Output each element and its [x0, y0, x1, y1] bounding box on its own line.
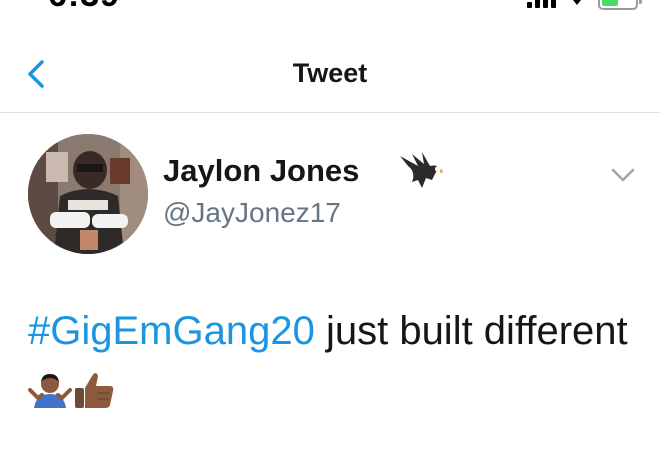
author-handle[interactable]: @JayJonez17 [163, 197, 341, 229]
tweet-body: just built different [314, 309, 628, 353]
eagle-icon [400, 152, 444, 188]
battery-icon [598, 0, 642, 10]
avatar[interactable] [28, 134, 148, 254]
status-time: 6:39 [48, 0, 120, 14]
hashtag-link[interactable]: #GigEmGang20 [28, 309, 315, 353]
navigation-bar: Tweet [0, 40, 660, 113]
person-shrugging-icon [28, 374, 72, 408]
wifi-icon [573, 0, 581, 5]
status-bar: 6:39 [0, 0, 660, 14]
avatar-photo [28, 134, 148, 254]
page-title: Tweet [292, 58, 368, 88]
author-name[interactable]: Jaylon Jones [163, 153, 359, 189]
status-icons [527, 0, 642, 10]
thumbs-up-icon [75, 373, 114, 408]
chevron-down-icon[interactable] [610, 166, 636, 184]
tweet-text: #GigEmGang20 just built different [28, 300, 638, 424]
signal-icon [527, 0, 556, 8]
